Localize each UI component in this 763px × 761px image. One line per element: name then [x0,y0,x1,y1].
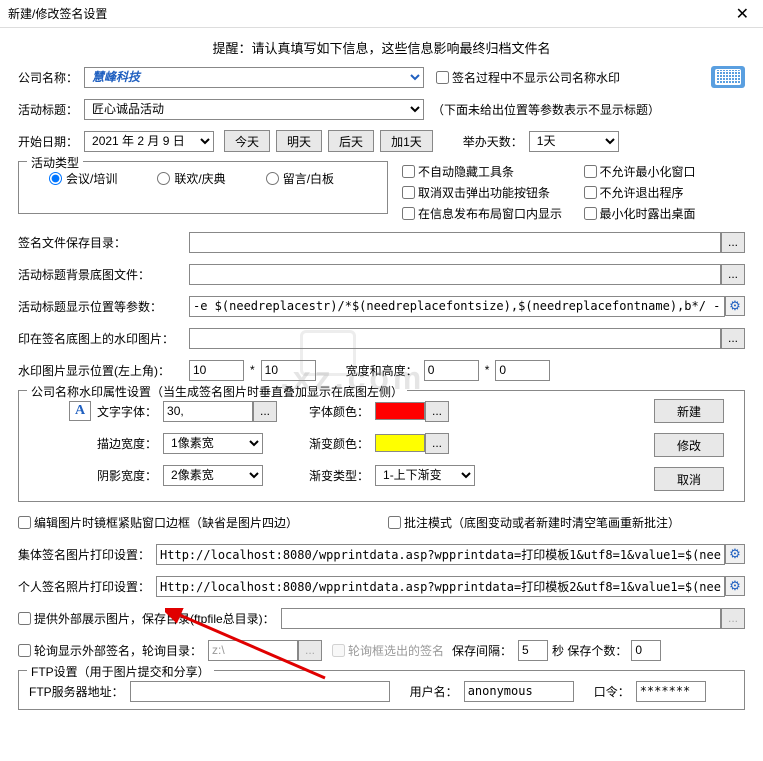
print-img-browse[interactable]: ... [721,328,745,349]
personal-input[interactable] [156,576,725,597]
activity-select[interactable]: 匠心诚品活动 [84,99,424,120]
days-label: 举办天数： [463,133,523,150]
ext-browse: ... [721,608,745,629]
color-browse[interactable]: ... [425,401,449,422]
cancel-button[interactable]: 取消 [654,467,724,491]
grad-label: 渐变颜色： [309,435,369,452]
shadow-label: 阴影宽度： [97,467,157,484]
font-browse[interactable]: ... [253,401,277,422]
stroke-select[interactable]: 1像素宽 [163,433,263,454]
ftp-user-label: 用户名： [410,683,458,700]
ext-checkbox[interactable] [18,612,31,625]
shadow-select[interactable]: 2像素宽 [163,465,263,486]
wm-x-input[interactable] [189,360,244,381]
bg-file-input[interactable] [189,264,721,285]
chk-dblclick[interactable] [402,186,415,199]
wm-attr-legend: 公司名称水印属性设置（当生成签名图片时垂直叠加显示在底图左侧） [27,383,407,400]
company-watermark-checkbox[interactable] [436,71,449,84]
type-legend: 活动类型 [27,154,83,171]
grad-color-swatch[interactable] [375,434,425,452]
font-label: 文字字体： [97,403,157,420]
radio-party[interactable]: 联欢/庆典 [157,170,225,187]
save-dir-label: 签名文件保存目录： [18,234,183,251]
today-button[interactable]: 今天 [224,130,270,152]
date-select[interactable]: 2021 年 2 月 9 日 [84,131,214,152]
poll-sel-checkbox [332,644,345,657]
print-img-label: 印在签名底图上的水印图片： [18,330,183,347]
close-icon[interactable]: ✕ [730,4,755,24]
font-color-swatch[interactable] [375,402,425,420]
hint-text: 提醒：请认真填写如下信息，这些信息影响最终归档文件名 [18,36,745,65]
annot-checkbox[interactable] [388,516,401,529]
stroke-label: 描边宽度： [97,435,157,452]
pos-param-gear-icon[interactable]: ⚙ [725,296,745,316]
interval-input[interactable] [518,640,548,661]
wh-label: 宽度和高度： [346,362,418,379]
ftp-user-input[interactable] [464,681,574,702]
poll-checkbox[interactable] [18,644,31,657]
count-input[interactable] [631,640,661,661]
bg-file-browse[interactable]: ... [721,264,745,285]
days-select[interactable]: 1天 [529,131,619,152]
poll-dir-input [208,640,298,661]
company-watermark-label: 签名过程中不显示公司名称水印 [452,69,620,86]
color-label: 字体颜色： [309,403,369,420]
print-img-input[interactable] [189,328,721,349]
poll-sel-label: 轮询框选出的签名 [348,642,444,659]
wm-h-input[interactable] [495,360,550,381]
edit-frame-checkbox[interactable] [18,516,31,529]
poll-label: 轮询显示外部签名，轮询目录： [34,642,202,659]
edit-frame-label: 编辑图片时镜框紧贴窗口边框（缺省是图片四边） [34,514,298,531]
annot-label: 批注模式（底图变动或者新建时清空笔画重新批注） [404,514,680,531]
chk-exit[interactable] [584,186,597,199]
font-icon: A [69,401,91,421]
company-label: 公司名称： [18,69,78,86]
grad-type-select[interactable]: 1-上下渐变 [375,465,475,486]
ext-label: 提供外部展示图片，保存目录(ftpfile总目录)： [34,610,275,627]
activity-label: 活动标题： [18,101,78,118]
after-button[interactable]: 后天 [328,130,374,152]
wm-pos-label: 水印图片显示位置(左上角)： [18,362,183,379]
personal-gear-icon[interactable]: ⚙ [725,576,745,596]
date-label: 开始日期： [18,133,78,150]
edit-button[interactable]: 修改 [654,433,724,457]
tomorrow-button[interactable]: 明天 [276,130,322,152]
wm-w-input[interactable] [424,360,479,381]
ftp-addr-input[interactable] [130,681,390,702]
chk-desktop[interactable] [584,207,597,220]
pos-param-input[interactable] [189,296,725,317]
wm-y-input[interactable] [261,360,316,381]
poll-browse: ... [298,640,322,661]
ftp-legend: FTP设置（用于图片提交和分享） [27,663,214,680]
ftp-pwd-input[interactable] [636,681,706,702]
bg-file-label: 活动标题背景底图文件： [18,266,183,283]
add-day-button[interactable]: 加1天 [380,130,433,152]
batch-gear-icon[interactable]: ⚙ [725,544,745,564]
ftp-addr-label: FTP服务器地址： [29,683,124,700]
sec-label: 秒 保存个数： [552,642,627,659]
chk-toolbar[interactable] [402,165,415,178]
company-select[interactable]: 慧峰科技 [84,67,424,88]
personal-label: 个人签名照片打印设置： [18,578,150,595]
grad-browse[interactable]: ... [425,433,449,454]
batch-input[interactable] [156,544,725,565]
save-dir-browse[interactable]: ... [721,232,745,253]
new-button[interactable]: 新建 [654,399,724,423]
save-dir-input[interactable] [189,232,721,253]
ext-dir-input [281,608,721,629]
keyboard-icon[interactable] [711,66,745,88]
font-input[interactable] [163,401,253,422]
interval-label: 保存间隔： [452,642,512,659]
chk-layout[interactable] [402,207,415,220]
grad-type-label: 渐变类型： [309,467,369,484]
radio-meeting[interactable]: 会议/培训 [49,170,117,187]
batch-label: 集体签名图片打印设置： [18,546,150,563]
chk-minimize[interactable] [584,165,597,178]
window-title: 新建/修改签名设置 [8,5,730,22]
ftp-pwd-label: 口令： [594,683,630,700]
activity-note: （下面未给出位置等参数表示不显示标题） [432,101,660,118]
radio-board[interactable]: 留言/白板 [266,170,334,187]
pos-param-label: 活动标题显示位置等参数： [18,298,183,315]
